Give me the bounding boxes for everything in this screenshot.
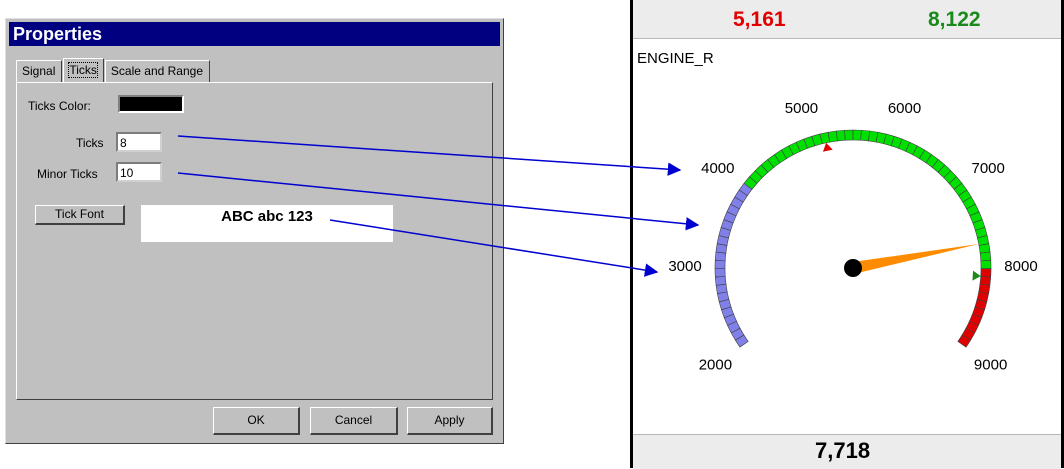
gauge-band-segment	[714, 268, 726, 278]
gauge-tick-label: 9000	[974, 356, 1007, 373]
gauge-band-segment	[980, 259, 992, 269]
tab-signal[interactable]: Signal	[16, 60, 63, 82]
minor-ticks-field[interactable]: 10	[116, 162, 162, 182]
tab-ticks[interactable]: Ticks	[63, 58, 104, 82]
gauge-tick-label: 8000	[1004, 258, 1037, 275]
gauge-band-segment	[714, 276, 727, 286]
tab-scale-and-range[interactable]: Scale and Range	[104, 60, 210, 82]
gauge-band-segment	[860, 129, 871, 142]
dialog-title: Properties	[9, 22, 500, 46]
gauge-tick-label: 7000	[971, 160, 1004, 177]
cancel-button[interactable]: Cancel	[310, 407, 398, 435]
ok-button[interactable]: OK	[213, 407, 300, 435]
gauge-band-segment	[714, 251, 727, 262]
gauge-window: 5,161 8,122 ENGINE_R 2000 3000 4000 5000 600…	[630, 0, 1064, 469]
gauge-tick-label: 3000	[668, 258, 701, 275]
ticks-label: Ticks	[76, 136, 104, 150]
gauge-band-segment	[844, 129, 854, 141]
gauge-tick-label: 5000	[785, 100, 818, 117]
gauge-tick-label: 4000	[701, 160, 734, 177]
gauge-band-segment	[714, 259, 726, 269]
gauge-hub	[844, 259, 862, 277]
minor-ticks-label: Minor Ticks	[37, 167, 98, 181]
gauge-band-segment	[852, 129, 862, 141]
ticks-color-label: Ticks Color:	[28, 99, 91, 113]
gauge-tick-label: 6000	[888, 100, 921, 117]
apply-button[interactable]: Apply	[407, 407, 493, 435]
current-value: 7,718	[815, 438, 871, 463]
gauge-band-segment	[715, 283, 728, 294]
tab-bar: Signal Ticks Scale and Range	[16, 58, 211, 82]
gauge-needle	[851, 244, 979, 274]
gauge-dial: 2000 3000 4000 5000 6000 7000 8000 9000	[668, 100, 1037, 373]
gauge-tick-label: 2000	[699, 356, 732, 373]
ticks-color-swatch[interactable]	[118, 95, 184, 113]
gauge-band-segment	[827, 130, 838, 143]
gauge-band-segment	[835, 129, 846, 142]
low-marker	[822, 142, 833, 152]
gauge-band-segment	[979, 251, 992, 262]
gauge-band-segment	[978, 243, 991, 254]
font-preview: ABC abc 123	[141, 205, 393, 242]
high-marker	[972, 270, 981, 281]
ticks-field[interactable]: 8	[116, 132, 162, 152]
tick-font-button[interactable]: Tick Font	[35, 205, 125, 225]
gauge-band-segment	[980, 268, 992, 278]
